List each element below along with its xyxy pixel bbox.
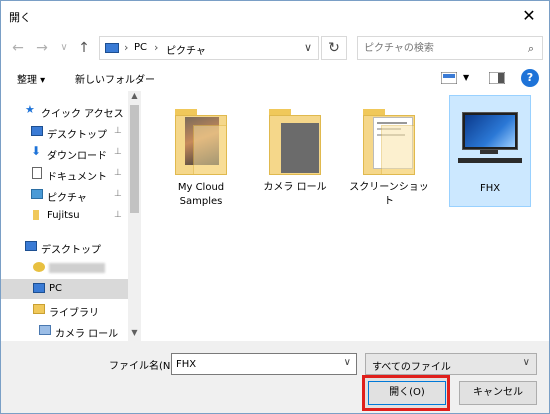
file-type-value: すべてのファイル — [372, 362, 451, 373]
file-type-select[interactable]: すべてのファイル ∨ — [365, 353, 537, 375]
desktop-icon — [25, 241, 37, 251]
filename-input[interactable] — [176, 357, 336, 371]
file-item[interactable]: スクリーンショット — [349, 95, 431, 207]
dialog-footer: ファイル名(N): ∨ すべてのファイル ∨ 開く(O) キャンセル — [1, 341, 549, 413]
cancel-button[interactable]: キャンセル — [459, 381, 537, 405]
breadcrumb-separator: › — [154, 41, 159, 54]
sidebar-item-pictures[interactable]: ピクチャ ⊥ — [1, 185, 128, 205]
sidebar-item-downloads[interactable]: ⬇ ダウンロード ⊥ — [1, 143, 128, 163]
chevron-down-icon[interactable]: ∨ — [344, 357, 351, 368]
organize-button[interactable]: 整理 ▾ — [17, 71, 45, 86]
view-options-icon[interactable] — [440, 71, 458, 85]
star-icon: ★ — [25, 103, 35, 116]
sidebar-item-user[interactable] — [1, 258, 128, 278]
sidebar-item-label: ライブラリ — [49, 308, 99, 319]
sidebar-item-fujitsu[interactable]: Fujitsu ⊥ — [1, 206, 128, 226]
preview-pane-icon[interactable] — [488, 71, 506, 85]
sidebar-item-libraries[interactable]: ライブラリ — [1, 300, 128, 320]
folder-icon — [361, 107, 419, 177]
breadcrumb-pictures[interactable]: ピクチャ — [166, 42, 206, 57]
file-item-label: My Cloud Samples — [177, 182, 225, 207]
sidebar-item-label: Fujitsu — [47, 210, 80, 221]
document-icon — [32, 167, 42, 179]
dialog-title: 開く — [9, 11, 31, 24]
folder-icon — [267, 107, 325, 177]
search-box[interactable]: ⌕ — [357, 36, 543, 60]
file-item[interactable]: My Cloud Samples — [161, 95, 243, 207]
sidebar-item-quick-access[interactable]: ★ クイック アクセス — [1, 101, 128, 121]
forward-arrow-icon[interactable]: → — [33, 39, 51, 57]
pin-icon: ⊥ — [114, 126, 122, 136]
scroll-thumb[interactable] — [130, 105, 139, 213]
sidebar-item-desktop-pinned[interactable]: デスクトップ ⊥ — [1, 122, 128, 142]
folder-icon — [173, 107, 231, 177]
pc-icon — [105, 43, 119, 53]
open-dialog: 開く ✕ ← → ∨ ↑ › PC › ピクチャ ∨ ↻ ⌕ 整理 ▾ 新しいフ… — [0, 0, 550, 414]
sidebar-item-pc[interactable]: PC — [1, 279, 128, 299]
search-icon[interactable]: ⌕ — [528, 42, 534, 56]
file-item-label: FHX — [479, 183, 501, 194]
navigation-bar: ← → ∨ ↑ › PC › ピクチャ ∨ ↻ ⌕ — [1, 31, 549, 65]
sidebar-item-label: デスクトップ — [41, 245, 101, 256]
navigation-pane: ★ クイック アクセス デスクトップ ⊥ ⬇ ダウンロード ⊥ ドキュメント ⊥… — [1, 91, 141, 341]
sidebar-item-documents[interactable]: ドキュメント ⊥ — [1, 164, 128, 184]
chevron-down-icon[interactable]: ∨ — [523, 357, 530, 368]
back-arrow-icon[interactable]: ← — [9, 39, 27, 57]
pictures-icon — [31, 189, 43, 199]
sidebar-item-camera-roll[interactable]: カメラ ロール — [1, 321, 128, 341]
address-bar[interactable]: › PC › ピクチャ ∨ — [99, 36, 319, 60]
pin-icon: ⊥ — [114, 168, 122, 178]
download-icon: ⬇ — [31, 144, 42, 158]
folder-icon — [33, 210, 39, 220]
open-button[interactable]: 開く(O) — [368, 381, 446, 405]
sidebar-item-label: デスクトップ — [47, 130, 107, 141]
user-icon — [33, 262, 45, 272]
sidebar-item-label: ピクチャ — [47, 193, 87, 204]
pc-icon — [33, 283, 45, 293]
scroll-down-icon[interactable]: ▼ — [128, 328, 141, 341]
sidebar-item-label — [49, 263, 105, 273]
file-list: My Cloud Samples カメラ ロール スクリーンショット FHX — [143, 91, 549, 341]
desktop-icon — [31, 126, 43, 136]
new-folder-button[interactable]: 新しいフォルダー — [75, 71, 155, 86]
pin-icon: ⊥ — [114, 210, 122, 220]
up-arrow-icon[interactable]: ↑ — [75, 39, 93, 57]
sidebar-item-label: PC — [49, 283, 63, 294]
sidebar-item-label: ドキュメント — [47, 172, 107, 183]
pin-icon: ⊥ — [114, 147, 122, 157]
pin-icon: ⊥ — [114, 189, 122, 199]
search-input[interactable] — [364, 40, 514, 56]
sidebar-item-label: クイック アクセス — [41, 109, 124, 120]
view-dropdown-icon[interactable]: ▼ — [463, 73, 469, 82]
command-bar: 整理 ▾ 新しいフォルダー ▼ ? — [1, 65, 549, 91]
sidebar-item-desktop[interactable]: デスクトップ — [1, 237, 128, 257]
library-icon — [33, 304, 45, 314]
image-thumbnail-icon — [456, 110, 524, 172]
sidebar-scrollbar[interactable]: ▲ ▼ — [128, 91, 141, 341]
file-item[interactable]: カメラ ロール — [255, 95, 337, 207]
camera-roll-icon — [39, 325, 51, 335]
breadcrumb-separator: › — [124, 41, 129, 54]
file-item-selected[interactable]: FHX — [449, 95, 531, 207]
recent-locations-icon[interactable]: ∨ — [55, 39, 73, 57]
refresh-button[interactable]: ↻ — [321, 36, 347, 60]
chevron-down-icon[interactable]: ∨ — [304, 41, 312, 54]
scroll-up-icon[interactable]: ▲ — [128, 91, 141, 104]
title-bar: 開く ✕ — [1, 1, 549, 31]
filename-combobox[interactable]: ∨ — [171, 353, 357, 375]
main-content: ★ クイック アクセス デスクトップ ⊥ ⬇ ダウンロード ⊥ ドキュメント ⊥… — [1, 91, 549, 341]
filename-label: ファイル名(N): — [109, 361, 178, 372]
sidebar-item-label: カメラ ロール — [55, 329, 119, 340]
file-item-label: スクリーンショット — [349, 182, 429, 207]
close-button[interactable]: ✕ — [509, 1, 549, 31]
file-item-label: カメラ ロール — [263, 182, 327, 193]
sidebar-item-label: ダウンロード — [47, 151, 107, 162]
breadcrumb-pc[interactable]: PC — [134, 42, 147, 53]
help-button[interactable]: ? — [521, 69, 539, 87]
